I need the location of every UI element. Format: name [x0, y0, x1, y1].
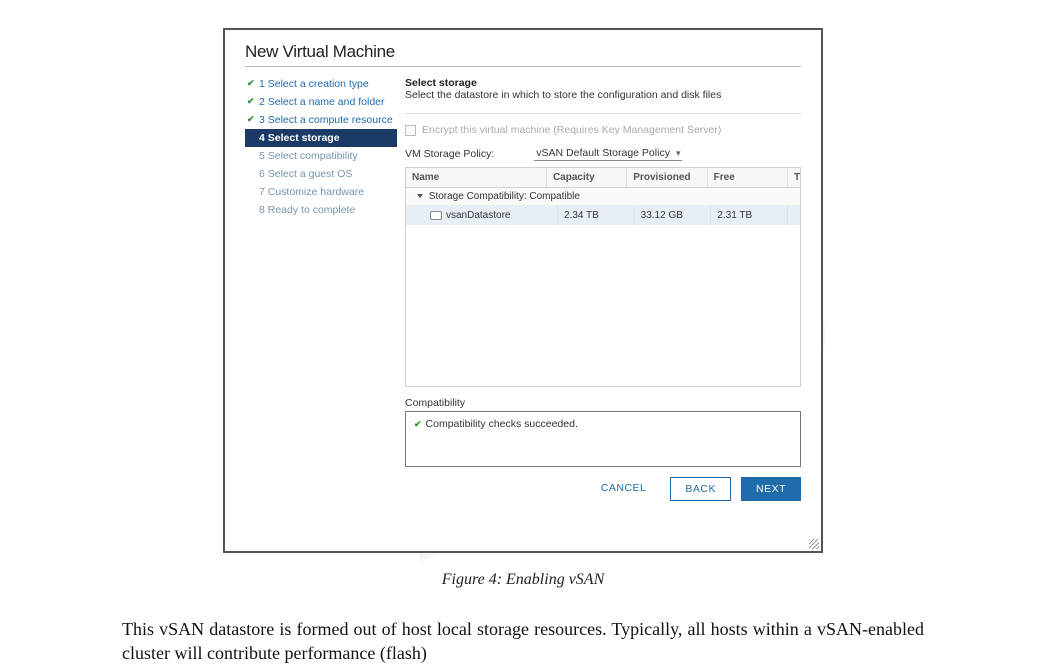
step-customize-hardware: 7 Customize hardware [245, 183, 397, 201]
policy-value: vSAN Default Storage Policy [536, 147, 670, 159]
cancel-button[interactable]: CANCEL [587, 477, 661, 501]
encrypt-label: Encrypt this virtual machine (Requires K… [422, 124, 721, 136]
col-provisioned[interactable]: Provisioned [627, 168, 707, 187]
policy-label: VM Storage Policy: [405, 148, 494, 160]
datastore-table: Name Capacity Provisioned Free T Storage… [405, 167, 801, 387]
section-title: Select storage [405, 77, 801, 89]
resize-grip-icon[interactable] [809, 539, 819, 549]
compatibility-message: Compatibility checks succeeded. [414, 418, 578, 430]
chevron-down-icon: ▾ [676, 148, 681, 159]
dialog-footer: CANCEL BACK NEXT [405, 477, 801, 501]
step-name-folder[interactable]: 2 Select a name and folder [245, 93, 397, 111]
wizard-steps: 1 Select a creation type 2 Select a name… [245, 73, 397, 537]
encrypt-option: Encrypt this virtual machine (Requires K… [405, 124, 801, 136]
divider [405, 113, 801, 114]
col-name[interactable]: Name [406, 168, 547, 187]
step-compute-resource[interactable]: 3 Select a compute resource [245, 111, 397, 129]
step-guest-os: 6 Select a guest OS [245, 165, 397, 183]
table-header: Name Capacity Provisioned Free T [406, 168, 800, 188]
cell-t [788, 206, 800, 225]
wizard-dialog: New Virtual Machine 1 Select a creation … [223, 28, 823, 553]
step-creation-type[interactable]: 1 Select a creation type [245, 75, 397, 93]
collapse-icon [417, 194, 423, 198]
cell-provisioned: 33.12 GB [635, 206, 712, 225]
body-paragraph: This vSAN datastore is formed out of hos… [122, 617, 924, 666]
figure-caption: Figure 4: Enabling vSAN [90, 571, 956, 589]
policy-dropdown[interactable]: vSAN Default Storage Policy ▾ [534, 146, 682, 161]
datastore-icon [430, 211, 442, 220]
wizard-main-panel: Select storage Select the datastore in w… [397, 73, 801, 537]
cell-free: 2.31 TB [711, 206, 788, 225]
table-empty-area [406, 225, 800, 386]
step-select-storage[interactable]: 4 Select storage [245, 129, 397, 147]
compatibility-label: Compatibility [405, 397, 801, 409]
col-free[interactable]: Free [708, 168, 788, 187]
col-capacity[interactable]: Capacity [547, 168, 627, 187]
next-button[interactable]: NEXT [741, 477, 801, 501]
col-t[interactable]: T [788, 168, 800, 187]
step-compatibility: 5 Select compatibility [245, 147, 397, 165]
cell-capacity: 2.34 TB [558, 206, 635, 225]
back-button[interactable]: BACK [670, 477, 731, 501]
group-label: Storage Compatibility: Compatible [429, 191, 580, 202]
step-ready-complete: 8 Ready to complete [245, 201, 397, 219]
divider [245, 66, 801, 67]
table-group[interactable]: Storage Compatibility: Compatible [406, 188, 800, 206]
dialog-title: New Virtual Machine [245, 42, 801, 62]
encrypt-checkbox [405, 125, 416, 136]
section-subtitle: Select the datastore in which to store t… [405, 89, 801, 101]
cell-name: vsanDatastore [446, 210, 510, 221]
table-row[interactable]: vsanDatastore 2.34 TB 33.12 GB 2.31 TB [406, 206, 800, 225]
compatibility-box: Compatibility checks succeeded. [405, 411, 801, 467]
